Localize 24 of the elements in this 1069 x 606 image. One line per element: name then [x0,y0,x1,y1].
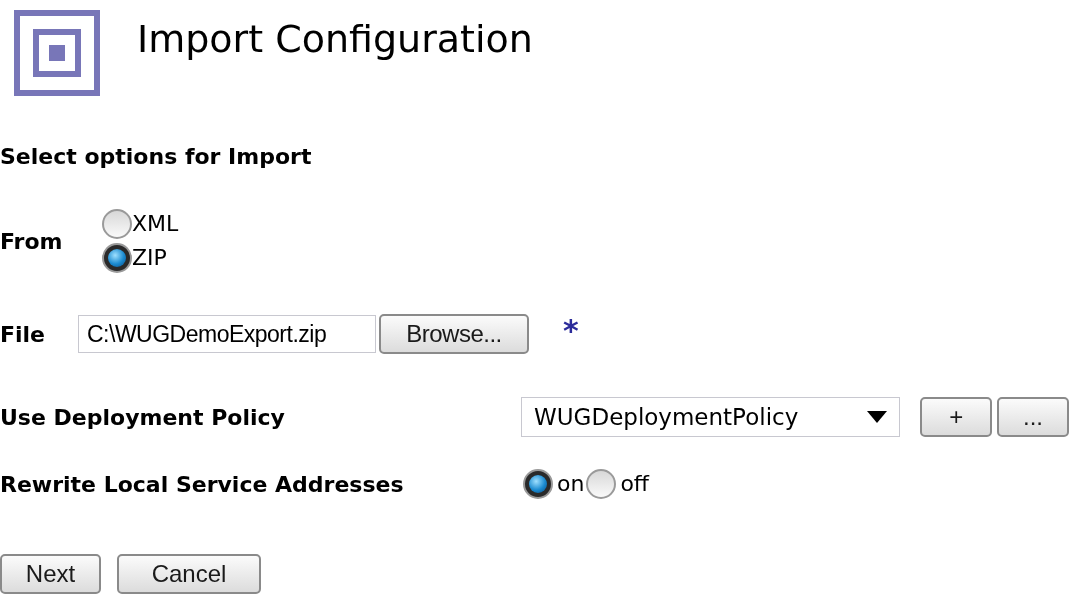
radio-button[interactable] [102,209,132,239]
policy-dropdown[interactable]: WUGDeploymentPolicy [521,397,901,437]
radio-button[interactable] [523,469,553,499]
radio-label: on [557,473,585,495]
more-button[interactable]: ... [997,397,1069,437]
page-title: Import Configuration [137,16,533,63]
radio-label: off [620,473,650,495]
app-logo-icon [14,10,100,96]
required-mark: * [563,316,579,346]
next-button[interactable]: Next [0,554,101,594]
browse-button[interactable]: Browse... [379,314,529,354]
radio-button[interactable] [586,469,617,499]
file-path-field[interactable]: C:\WUGDemoExport.zip [78,315,376,353]
radio-label: ZIP [132,247,167,269]
cancel-button[interactable]: Cancel [117,554,261,594]
field-label: Rewrite Local Service Addresses [0,470,405,499]
field-label: File [0,320,47,349]
radio-button[interactable] [102,243,132,273]
field-label: From [0,227,64,256]
section-heading: Select options for Import [0,146,313,171]
field-label: Use Deployment Policy [0,403,286,432]
dropdown-arrow-icon [867,411,888,423]
add-button[interactable]: + [920,397,992,437]
radio-label: XML [132,213,179,235]
